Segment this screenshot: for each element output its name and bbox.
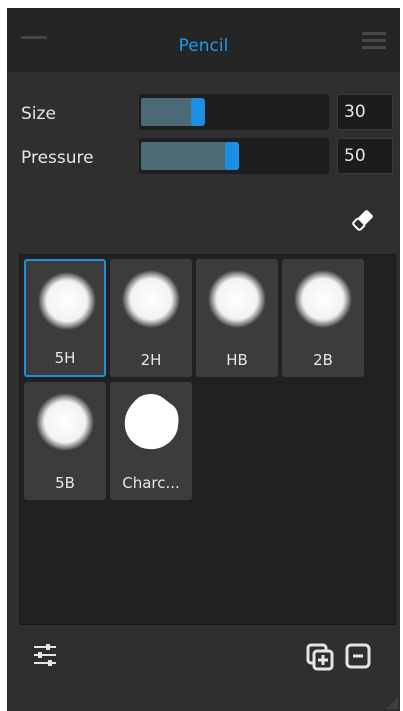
remove-preset-icon[interactable] xyxy=(344,642,372,670)
pressure-slider-fill xyxy=(141,142,233,170)
brush-stroke-thumbnail xyxy=(124,394,179,450)
preset-name: 2H xyxy=(140,351,162,369)
preset-tile-charcoal[interactable]: Charc... xyxy=(110,382,192,500)
brush-stroke-thumbnail xyxy=(122,270,180,328)
preset-tile-2h[interactable]: 2H xyxy=(110,259,192,377)
size-label: Size xyxy=(21,104,56,124)
size-slider[interactable] xyxy=(139,94,329,130)
panel-title: Pencil xyxy=(178,36,229,56)
preset-tile-5b[interactable]: 5B xyxy=(24,382,106,500)
preset-name: 2B xyxy=(313,351,333,369)
preset-name: Charc... xyxy=(122,474,180,492)
resize-grip-icon[interactable] xyxy=(386,697,398,709)
preset-tile-hb[interactable]: HB xyxy=(196,259,278,377)
brush-stroke-thumbnail xyxy=(36,393,94,451)
preset-tile-2b[interactable]: 2B xyxy=(282,259,364,377)
brush-preset-grid: 5H 2H HB 2B 5B Charc... xyxy=(19,254,396,625)
pressure-value-field[interactable]: 50 xyxy=(337,138,393,174)
pressure-slider-handle[interactable] xyxy=(225,142,239,170)
preset-name: 5B xyxy=(55,474,75,492)
pressure-label: Pressure xyxy=(21,148,94,168)
brush-stroke-thumbnail xyxy=(208,270,266,328)
size-slider-handle[interactable] xyxy=(191,98,205,126)
pencil-panel: Pencil Size 30 Pressure 50 5H 2H HB 2B 5… xyxy=(7,8,400,711)
menu-icon[interactable] xyxy=(362,32,386,50)
preset-name: HB xyxy=(226,351,248,369)
pressure-slider[interactable] xyxy=(139,138,329,174)
brush-stroke-thumbnail xyxy=(38,272,96,330)
settings-sliders-icon[interactable] xyxy=(32,642,58,668)
brush-stroke-thumbnail xyxy=(294,270,352,328)
preset-tile-5h[interactable]: 5H xyxy=(24,259,106,377)
size-value-field[interactable]: 30 xyxy=(337,94,393,130)
preset-name: 5H xyxy=(54,349,76,367)
panel-title-bar: Pencil xyxy=(7,8,400,72)
eraser-icon[interactable] xyxy=(349,206,377,234)
duplicate-preset-icon[interactable] xyxy=(305,642,335,672)
